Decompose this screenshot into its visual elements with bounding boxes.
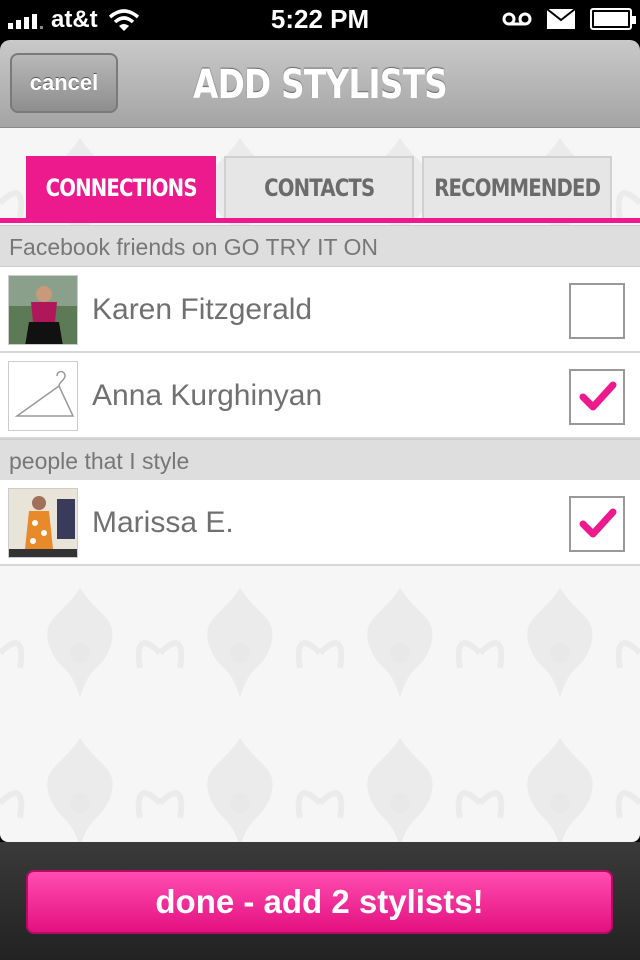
avatar (8, 488, 78, 558)
tab-bar: CONNECTIONS CONTACTS RECOMMENDED (0, 156, 640, 220)
select-checkbox[interactable] (569, 496, 625, 552)
status-bar: at&t 5:22 PM (0, 0, 640, 40)
tab-recommended[interactable]: RECOMMENDED (422, 156, 612, 220)
select-checkbox[interactable] (569, 369, 625, 425)
list-item[interactable]: Anna Kurghinyan (0, 353, 640, 439)
list-item[interactable]: Marissa E. (0, 480, 640, 566)
contact-name: Anna Kurghinyan (92, 379, 323, 412)
bottom-bar: done - add 2 stylists! (0, 842, 640, 960)
done-button[interactable]: done - add 2 stylists! (26, 870, 613, 934)
page-title: ADD STYLISTS (193, 62, 448, 108)
tab-contacts[interactable]: CONTACTS (224, 156, 414, 220)
checkmark-icon (579, 508, 617, 538)
hanger-icon (8, 361, 78, 431)
contact-name: Marissa E. (92, 506, 234, 539)
content-area: CONNECTIONS CONTACTS RECOMMENDED Faceboo… (0, 128, 640, 842)
mail-icon (546, 8, 576, 29)
tab-underline (0, 218, 640, 223)
avatar (8, 275, 78, 345)
list-item[interactable]: Karen Fitzgerald (0, 267, 640, 353)
voicemail-icon (502, 12, 532, 26)
battery-icon (590, 8, 636, 30)
tab-connections[interactable]: CONNECTIONS (26, 156, 216, 220)
section-header-facebook: Facebook friends on GO TRY IT ON (0, 225, 640, 267)
select-checkbox[interactable] (569, 283, 625, 339)
section-header-styled: people that I style (0, 439, 640, 481)
checkmark-icon (579, 381, 617, 411)
navigation-bar: cancel ADD STYLISTS (0, 40, 640, 128)
contact-name: Karen Fitzgerald (92, 293, 313, 326)
